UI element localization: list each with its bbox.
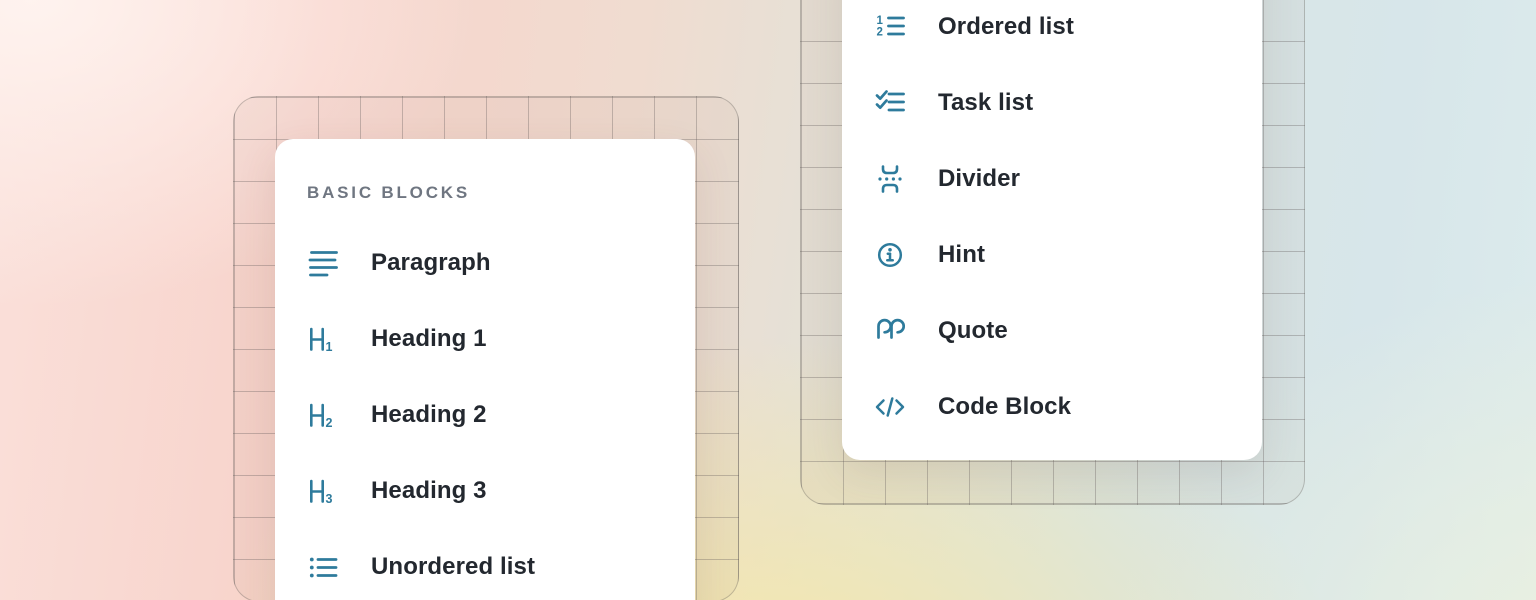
menu-item-hint[interactable]: Hint — [874, 217, 1262, 293]
menu-item-label: Ordered list — [938, 13, 1074, 41]
blocks-menu-continued: Ordered list Task list Divider Hint Quote Cod… — [842, 0, 1262, 460]
menu-item-label: Heading 3 — [371, 477, 487, 505]
heading-3-icon — [307, 475, 339, 507]
menu-item-heading-2[interactable]: Heading 2 — [307, 377, 695, 453]
menu-item-quote[interactable]: Quote — [874, 293, 1262, 369]
code-block-icon — [874, 391, 906, 423]
section-title: BASIC BLOCKS — [307, 172, 695, 214]
menu-item-divider[interactable]: Divider — [874, 141, 1262, 217]
menu-item-unordered-list[interactable]: Unordered list — [307, 529, 695, 600]
menu-item-label: Task list — [938, 89, 1033, 117]
menu-item-label: Heading 2 — [371, 401, 487, 429]
menu-item-heading-3[interactable]: Heading 3 — [307, 453, 695, 529]
task-list-icon — [874, 87, 906, 119]
hint-icon — [874, 239, 906, 271]
menu-item-paragraph[interactable]: Paragraph — [307, 225, 695, 301]
menu-item-label: Code Block — [938, 393, 1071, 421]
menu-item-label: Quote — [938, 317, 1008, 345]
menu-item-label: Divider — [938, 165, 1020, 193]
menu-item-task-list[interactable]: Task list — [874, 65, 1262, 141]
heading-2-icon — [307, 399, 339, 431]
ordered-list-icon — [874, 11, 906, 43]
basic-blocks-menu: BASIC BLOCKS Paragraph Heading 1 Heading 2… — [275, 139, 695, 600]
menu-item-code-block[interactable]: Code Block — [874, 369, 1262, 445]
menu-item-heading-1[interactable]: Heading 1 — [307, 301, 695, 377]
menu-item-label: Paragraph — [371, 249, 491, 277]
right-menu-items: Ordered list Task list Divider Hint Quote Cod… — [874, 0, 1262, 445]
menu-item-label: Unordered list — [371, 553, 535, 581]
quote-icon — [874, 315, 906, 347]
paragraph-icon — [307, 247, 339, 279]
menu-item-label: Heading 1 — [371, 325, 487, 353]
menu-item-label: Hint — [938, 241, 985, 269]
divider-icon — [874, 163, 906, 195]
basic-blocks-items: Paragraph Heading 1 Heading 2 Heading 3 Unor… — [307, 225, 695, 600]
heading-1-icon — [307, 323, 339, 355]
menu-item-ordered-list[interactable]: Ordered list — [874, 0, 1262, 65]
unordered-list-icon — [307, 551, 339, 583]
editor-blocks-hero: BASIC BLOCKS Paragraph Heading 1 Heading 2… — [0, 0, 1536, 600]
